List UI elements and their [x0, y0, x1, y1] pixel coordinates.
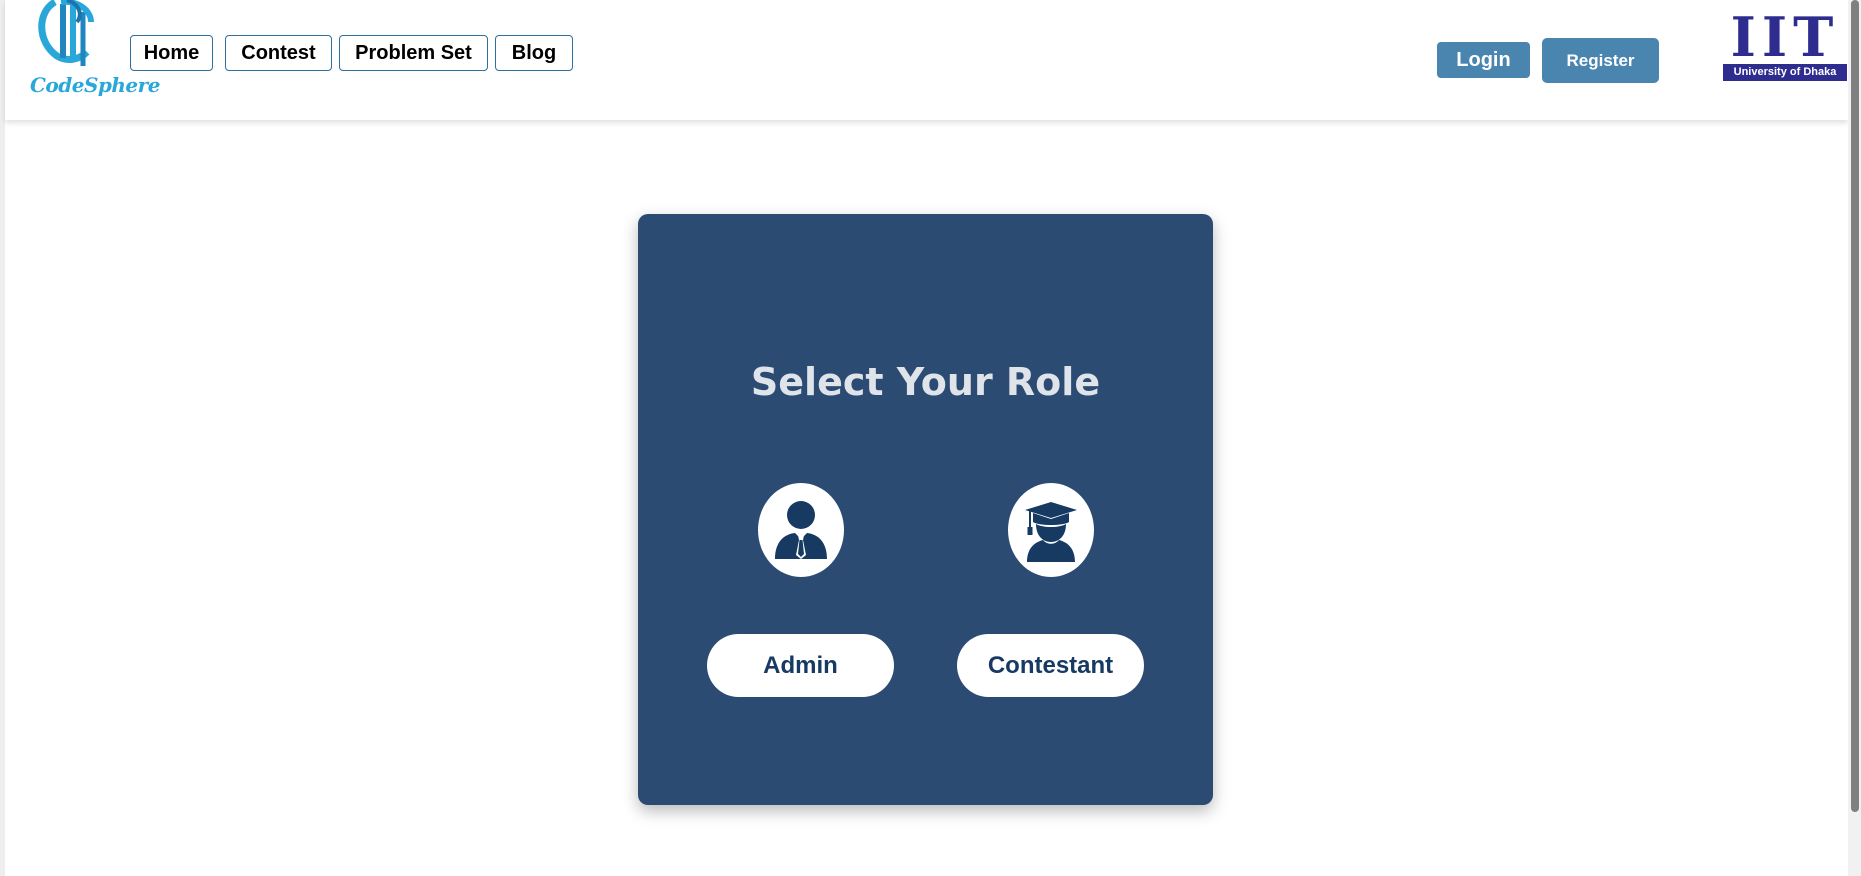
admin-role-button[interactable]: Admin: [707, 634, 894, 697]
admin-icon-circle[interactable]: [758, 483, 844, 577]
contestant-role-button[interactable]: Contestant: [957, 634, 1144, 697]
iit-logo: IIT University of Dhaka: [1723, 8, 1847, 84]
nav-blog-button[interactable]: Blog: [495, 35, 573, 71]
scrollbar-thumb[interactable]: [1851, 0, 1859, 812]
role-select-title: Select Your Role: [750, 360, 1101, 404]
nav-home-button[interactable]: Home: [130, 35, 213, 71]
contestant-icon-circle[interactable]: [1008, 483, 1094, 577]
brand-logo[interactable]: CodeSphere: [17, 0, 160, 104]
nav-contest-button[interactable]: Contest: [225, 35, 332, 71]
left-border: [0, 0, 5, 876]
brand-name: CodeSphere: [30, 73, 160, 97]
iit-logo-subtitle: University of Dhaka: [1723, 64, 1847, 81]
nav-problem-set-button[interactable]: Problem Set: [339, 35, 488, 71]
graduate-person-icon: [1025, 502, 1077, 562]
navbar: CodeSphere Home Contest Problem Set Blog…: [5, 0, 1848, 120]
iit-logo-letters: IIT: [1730, 5, 1840, 69]
codesphere-logo-icon: [38, 0, 94, 66]
login-button[interactable]: Login: [1437, 42, 1530, 78]
page: CodeSphere Home Contest Problem Set Blog…: [0, 0, 1861, 876]
role-select-card: [638, 214, 1213, 805]
admin-person-icon: [775, 501, 827, 559]
register-button[interactable]: Register: [1542, 38, 1659, 83]
